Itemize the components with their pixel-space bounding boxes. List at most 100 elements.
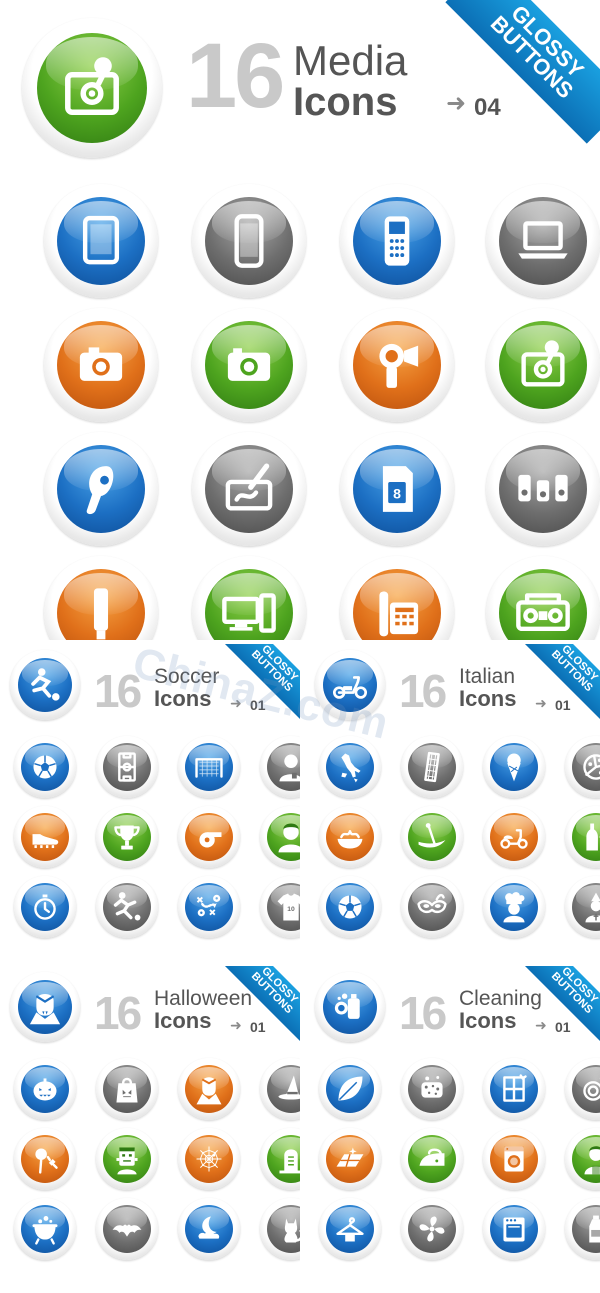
boombox-button[interactable] <box>486 556 600 640</box>
button-face[interactable] <box>326 1135 374 1183</box>
button-face[interactable] <box>103 1205 151 1253</box>
button-face[interactable] <box>408 813 456 861</box>
button-face[interactable] <box>57 197 145 285</box>
bat-button[interactable] <box>96 1198 158 1260</box>
button-face[interactable] <box>18 658 72 712</box>
bottle-button[interactable] <box>565 1198 600 1260</box>
memory-card-button[interactable]: 8 <box>340 432 454 546</box>
button-face[interactable] <box>103 743 151 791</box>
button-face[interactable] <box>499 569 587 640</box>
button-face[interactable] <box>21 1205 69 1253</box>
leaf-button[interactable] <box>319 1058 381 1120</box>
button-face[interactable] <box>490 1065 538 1113</box>
ice-cream-button[interactable] <box>483 736 545 798</box>
button-face[interactable] <box>572 883 600 931</box>
button-face[interactable] <box>103 1065 151 1113</box>
speakers-button[interactable] <box>486 432 600 546</box>
digital-camera-button[interactable] <box>192 308 306 422</box>
chef-button[interactable] <box>483 876 545 938</box>
button-face[interactable] <box>353 569 441 640</box>
pope-button[interactable] <box>565 876 600 938</box>
button-face[interactable] <box>21 883 69 931</box>
button-face[interactable] <box>323 980 377 1034</box>
soccer-ball-button[interactable] <box>14 736 76 798</box>
button-face[interactable] <box>499 321 587 409</box>
carnival-mask-button[interactable] <box>401 876 463 938</box>
button-face[interactable] <box>323 658 377 712</box>
laptop-button[interactable] <box>486 184 600 298</box>
wine-button[interactable] <box>565 806 600 868</box>
football-button[interactable] <box>319 876 381 938</box>
witch-hat-button[interactable] <box>260 1058 300 1120</box>
button-face[interactable] <box>37 33 147 143</box>
pumpkin-button[interactable] <box>14 1058 76 1120</box>
housekeeper-button[interactable] <box>565 1128 600 1190</box>
button-face[interactable]: 10 <box>267 883 300 931</box>
iron-button[interactable] <box>401 1128 463 1190</box>
clean-window-button[interactable] <box>483 1058 545 1120</box>
detergent-button[interactable] <box>315 972 385 1042</box>
button-face[interactable] <box>267 743 300 791</box>
soccer-goal-button[interactable] <box>178 736 240 798</box>
button-face[interactable] <box>326 1205 374 1253</box>
lollipop-button[interactable] <box>14 1128 76 1190</box>
button-face[interactable] <box>205 569 293 640</box>
scooter-button[interactable] <box>315 650 385 720</box>
button-face[interactable] <box>103 883 151 931</box>
black-cat-button[interactable] <box>260 1198 300 1260</box>
webcam-button[interactable] <box>22 18 162 158</box>
button-face[interactable] <box>572 1065 600 1113</box>
drawing-tablet-button[interactable] <box>192 432 306 546</box>
dracula-button[interactable] <box>178 1058 240 1120</box>
button-face[interactable] <box>408 1065 456 1113</box>
button-face[interactable] <box>18 980 72 1034</box>
stopwatch-button[interactable] <box>14 876 76 938</box>
button-face[interactable] <box>490 1205 538 1253</box>
soccer-player-button[interactable] <box>10 650 80 720</box>
button-face[interactable] <box>572 743 600 791</box>
button-face[interactable] <box>499 197 587 285</box>
photo-camera-button[interactable] <box>44 308 158 422</box>
button-face[interactable] <box>408 743 456 791</box>
button-face[interactable] <box>408 883 456 931</box>
cellphone-button[interactable] <box>340 184 454 298</box>
bluetooth-headset-button[interactable] <box>44 432 158 546</box>
usb-stick-button[interactable] <box>44 556 158 640</box>
cauldron-button[interactable] <box>14 1198 76 1260</box>
clean-floor-button[interactable] <box>319 1128 381 1190</box>
vampire-button[interactable] <box>10 972 80 1042</box>
pizza-button[interactable] <box>565 736 600 798</box>
button-face[interactable] <box>57 321 145 409</box>
button-face[interactable] <box>572 1135 600 1183</box>
washing-machine-button[interactable] <box>483 1128 545 1190</box>
button-face[interactable] <box>267 1205 300 1253</box>
desk-phone-button[interactable] <box>340 556 454 640</box>
button-face[interactable] <box>353 197 441 285</box>
button-face[interactable] <box>185 1065 233 1113</box>
button-face[interactable] <box>267 1065 300 1113</box>
whistle-button[interactable] <box>178 806 240 868</box>
moon-cloud-button[interactable] <box>178 1198 240 1260</box>
referee-button[interactable] <box>260 736 300 798</box>
kicking-player-button[interactable] <box>96 876 158 938</box>
vespa-button[interactable] <box>483 806 545 868</box>
tablet-button[interactable] <box>44 184 158 298</box>
gondola-button[interactable] <box>401 806 463 868</box>
button-face[interactable] <box>326 743 374 791</box>
button-face[interactable] <box>103 1135 151 1183</box>
desktop-computer-button[interactable] <box>192 556 306 640</box>
dishes-button[interactable] <box>565 1058 600 1120</box>
button-face[interactable] <box>185 813 233 861</box>
button-face[interactable] <box>326 883 374 931</box>
button-face[interactable] <box>21 743 69 791</box>
webcam-button[interactable] <box>486 308 600 422</box>
italy-map-button[interactable] <box>319 736 381 798</box>
button-face[interactable] <box>185 883 233 931</box>
button-face[interactable] <box>21 1135 69 1183</box>
frankenstein-button[interactable] <box>96 1128 158 1190</box>
button-face[interactable] <box>21 813 69 861</box>
button-face[interactable] <box>490 883 538 931</box>
jersey-button[interactable]: 10 <box>260 876 300 938</box>
button-face[interactable] <box>267 813 300 861</box>
button-face[interactable] <box>205 197 293 285</box>
